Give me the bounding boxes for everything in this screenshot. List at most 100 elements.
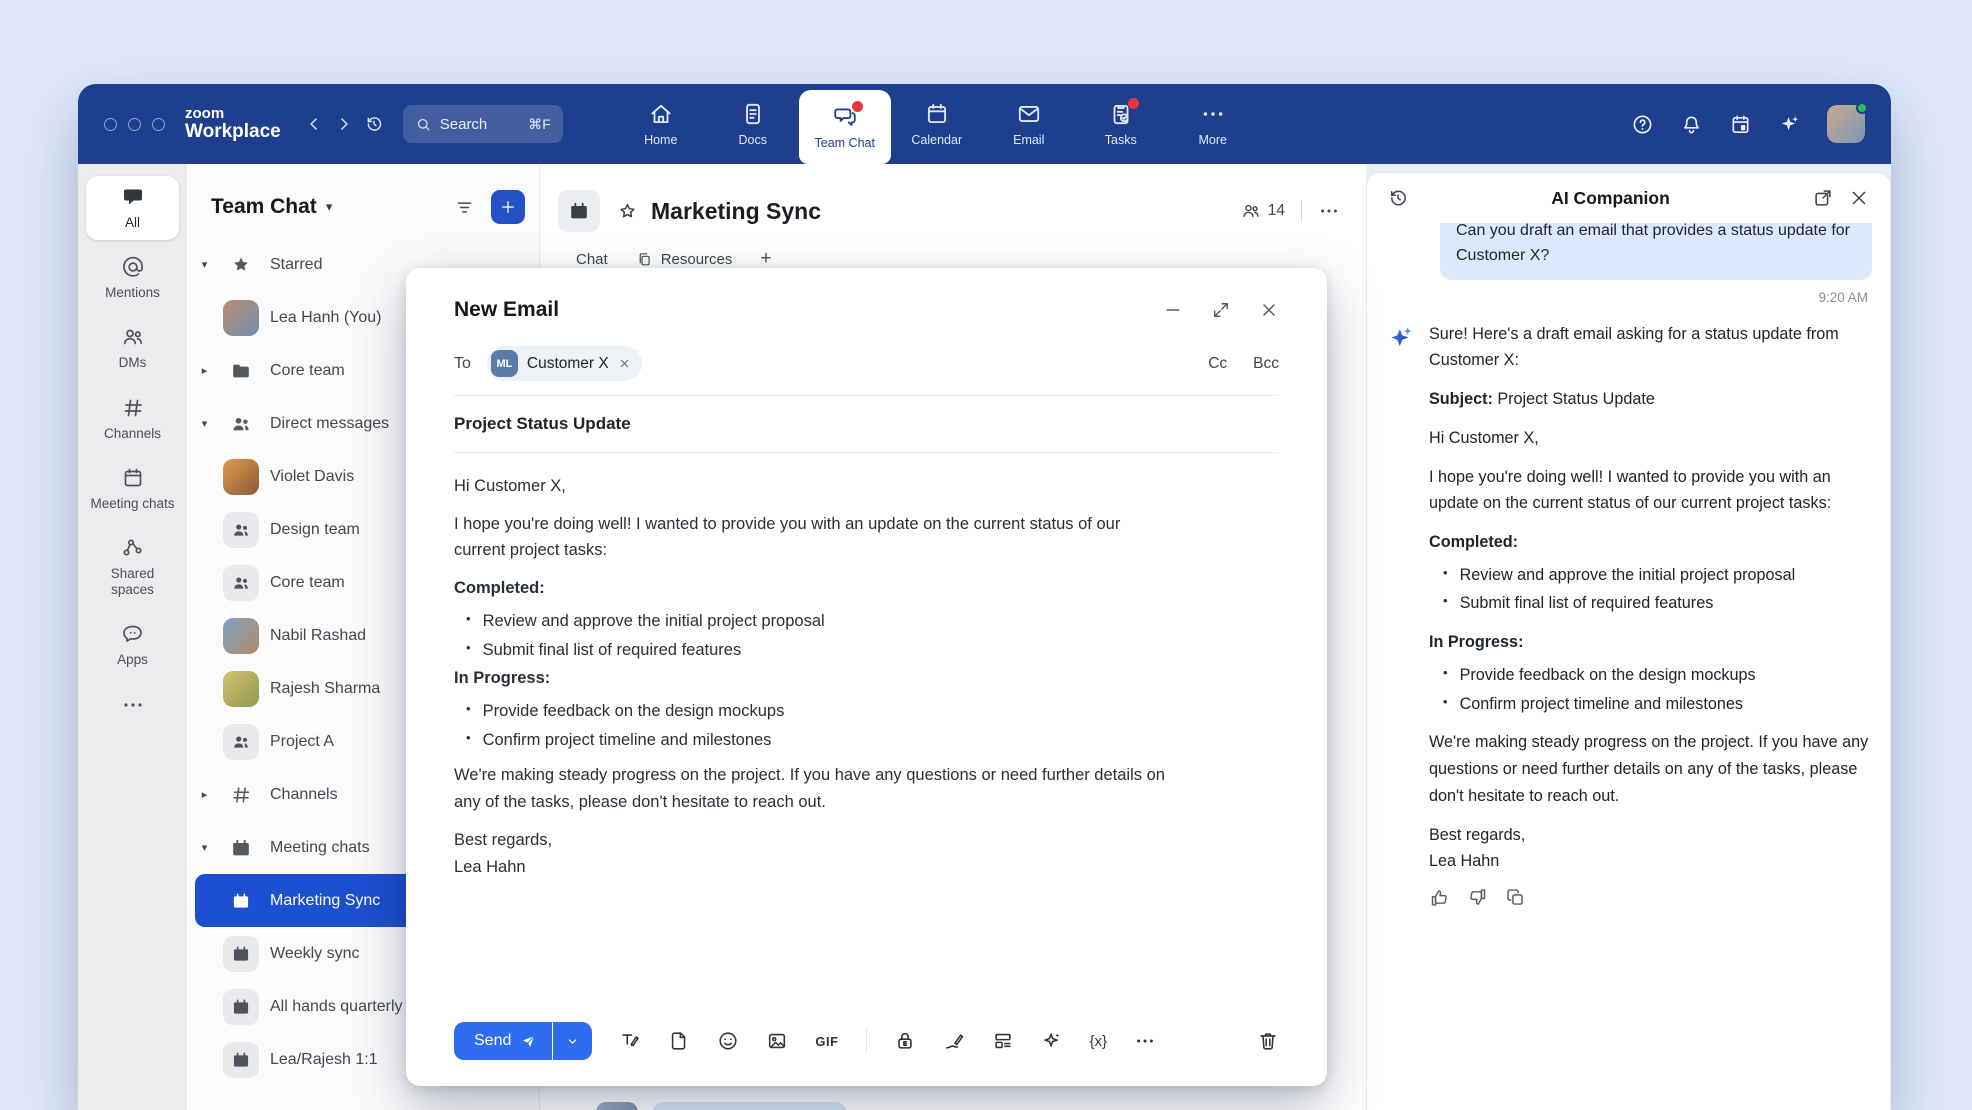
chevron-left-icon xyxy=(304,114,324,134)
signature-icon[interactable] xyxy=(943,1030,965,1052)
at-mention-icon xyxy=(121,255,145,279)
to-field[interactable]: To ML Customer X Cc Bcc xyxy=(454,332,1279,395)
search-input[interactable]: Search ⌘F xyxy=(403,105,563,143)
recipient-chip[interactable]: ML Customer X xyxy=(487,346,642,381)
chat-list-title[interactable]: Team Chat xyxy=(211,195,317,219)
thumbs-down-icon[interactable] xyxy=(1467,887,1488,908)
rail-mentions[interactable]: Mentions xyxy=(86,246,179,310)
channel-more-icon[interactable] xyxy=(1318,200,1340,222)
nav-home[interactable]: Home xyxy=(615,84,707,164)
caret-down-icon[interactable]: ▾ xyxy=(197,841,212,854)
minimize-window-button[interactable] xyxy=(128,118,141,131)
modal-title: New Email xyxy=(454,298,559,322)
avatar xyxy=(223,300,259,336)
ai-compose-icon[interactable] xyxy=(1041,1030,1063,1052)
rail-all[interactable]: All xyxy=(86,176,179,240)
chevron-down-icon[interactable]: ▾ xyxy=(326,199,333,215)
back-button[interactable] xyxy=(299,109,329,139)
remove-recipient-icon[interactable] xyxy=(618,357,631,370)
nav-docs[interactable]: Docs xyxy=(707,84,799,164)
nav-email[interactable]: Email xyxy=(983,84,1075,164)
ai-conversation: Can you draft an email that provides a s… xyxy=(1367,223,1890,1110)
tasks-icon xyxy=(1108,101,1134,127)
ai-companion-panel: AI Companion Can you draft an email that… xyxy=(1366,172,1891,1110)
ai-companion-title: AI Companion xyxy=(1423,188,1798,209)
calendar-icon xyxy=(924,101,950,127)
ai-history-icon[interactable] xyxy=(1387,187,1409,209)
tab-add-button[interactable]: + xyxy=(760,248,771,270)
schedule-icon[interactable] xyxy=(1729,113,1752,136)
notifications-icon[interactable] xyxy=(1680,113,1703,136)
caret-right-icon[interactable]: ▸ xyxy=(197,788,212,801)
nav-team-chat[interactable]: Team Chat xyxy=(799,90,891,164)
thumbs-up-icon[interactable] xyxy=(1429,887,1450,908)
email-intro: I hope you're doing well! I wanted to pr… xyxy=(454,511,1174,564)
members-count[interactable]: 14 xyxy=(1241,201,1285,221)
ai-greeting: Hi Customer X, xyxy=(1429,425,1872,452)
forward-button[interactable] xyxy=(329,109,359,139)
send-button[interactable]: Send xyxy=(454,1022,552,1060)
text-format-icon[interactable] xyxy=(619,1030,641,1052)
people-icon xyxy=(121,325,145,349)
nav-more[interactable]: More xyxy=(1167,84,1259,164)
template-icon[interactable] xyxy=(992,1030,1014,1052)
chevron-right-icon xyxy=(334,114,354,134)
nav-tasks[interactable]: Tasks xyxy=(1075,84,1167,164)
ai-completed-heading: Completed: xyxy=(1429,529,1872,556)
new-chat-button[interactable] xyxy=(491,190,525,224)
rail-apps[interactable]: Apps xyxy=(86,613,179,677)
bcc-button[interactable]: Bcc xyxy=(1253,355,1279,373)
zoom-window-button[interactable] xyxy=(152,118,165,131)
rail-meeting-chats[interactable]: Meeting chats xyxy=(86,457,179,521)
subject-field[interactable]: Project Status Update xyxy=(454,396,1279,452)
email-greeting: Hi Customer X, xyxy=(454,473,1174,500)
rail-dms[interactable]: DMs xyxy=(86,316,179,380)
calendar-icon xyxy=(223,830,259,866)
minimize-icon[interactable] xyxy=(1163,300,1183,320)
open-in-window-icon[interactable] xyxy=(1812,187,1834,209)
close-window-button[interactable] xyxy=(104,118,117,131)
image-icon[interactable] xyxy=(766,1030,788,1052)
expand-icon[interactable] xyxy=(1211,300,1231,320)
history-icon xyxy=(364,114,384,134)
avatar xyxy=(223,618,259,654)
ai-companion-topbar-icon[interactable] xyxy=(1778,113,1801,136)
avatar xyxy=(223,671,259,707)
rail-shared-spaces[interactable]: Shared spaces xyxy=(86,527,179,607)
encrypt-icon[interactable] xyxy=(894,1030,916,1052)
caret-down-icon[interactable]: ▾ xyxy=(197,258,212,271)
left-rail: All Mentions DMs Channels Meeting chats … xyxy=(78,164,187,1110)
ai-signoff: Best regards, xyxy=(1429,822,1872,849)
email-completed-heading: Completed: xyxy=(454,575,1279,602)
send-options-button[interactable] xyxy=(553,1022,592,1060)
attach-file-icon[interactable] xyxy=(668,1030,690,1052)
user-avatar[interactable] xyxy=(1827,105,1865,143)
filter-icon[interactable] xyxy=(454,197,475,218)
tab-chat[interactable]: Chat xyxy=(576,251,608,268)
variables-icon[interactable]: {x} xyxy=(1090,1033,1108,1050)
tab-resources[interactable]: Resources xyxy=(636,251,733,268)
emoji-icon[interactable] xyxy=(717,1030,739,1052)
ai-intro: Sure! Here's a draft email asking for a … xyxy=(1429,321,1872,374)
ai-subject-line: Subject: Project Status Update xyxy=(1429,386,1872,413)
rail-more[interactable] xyxy=(86,684,179,726)
calendar-icon xyxy=(223,1042,259,1078)
caret-right-icon[interactable]: ▸ xyxy=(197,364,212,377)
delete-draft-icon[interactable] xyxy=(1257,1030,1279,1052)
copy-icon[interactable] xyxy=(1505,887,1526,908)
more-options-icon[interactable] xyxy=(1134,1030,1156,1052)
email-body-editor[interactable]: Hi Customer X, I hope you're doing well!… xyxy=(454,453,1279,1010)
chat-message: Great discussion team! xyxy=(596,1102,847,1110)
close-panel-icon[interactable] xyxy=(1848,187,1870,209)
channel-header: Marketing Sync 14 xyxy=(540,164,1366,232)
caret-down-icon[interactable]: ▾ xyxy=(197,417,212,430)
history-button[interactable] xyxy=(359,109,389,139)
star-favorite-icon[interactable] xyxy=(617,201,638,222)
close-icon[interactable] xyxy=(1259,300,1279,320)
cc-button[interactable]: Cc xyxy=(1208,355,1227,373)
gif-icon[interactable]: GIF xyxy=(815,1034,838,1049)
group-icon xyxy=(223,512,259,548)
nav-calendar[interactable]: Calendar xyxy=(891,84,983,164)
help-icon[interactable] xyxy=(1631,113,1654,136)
rail-channels[interactable]: Channels xyxy=(86,387,179,451)
